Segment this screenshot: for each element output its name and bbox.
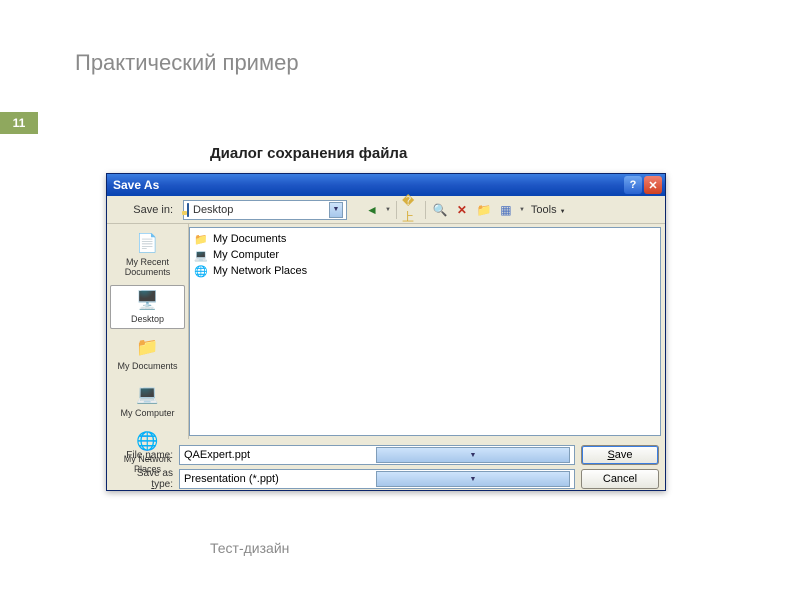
place-label: Desktop	[131, 315, 164, 325]
file-list[interactable]: 📁 My Documents 💻 My Computer 🌐 My Networ…	[189, 227, 661, 436]
views-button[interactable]: ▦	[497, 201, 515, 219]
desktop-icon	[187, 204, 189, 216]
recent-documents-icon: 📄	[134, 232, 162, 256]
place-label: My Computer	[120, 409, 174, 419]
separator	[396, 201, 397, 219]
slide-number-badge: 11	[0, 112, 38, 134]
savein-label: Save in:	[113, 204, 173, 216]
chevron-down-icon[interactable]: ▼	[376, 447, 570, 463]
dialog-toolbar: Save in: Desktop ▼ ◄ ▼ �上 🔍 ✕ 📁 ▦ ▼ Tool…	[107, 196, 665, 224]
search-icon[interactable]: 🔍	[431, 201, 449, 219]
chevron-down-icon[interactable]: ▼	[376, 471, 570, 487]
savetype-value: Presentation (*.ppt)	[184, 473, 376, 485]
dialog-bottom: File name: QAExpert.ppt ▼ Save Save as t…	[107, 439, 665, 493]
network-places-icon: 🌐	[193, 265, 209, 278]
save-button[interactable]: Save	[581, 445, 659, 465]
savein-dropdown[interactable]: Desktop ▼	[183, 200, 347, 220]
savetype-label: Save as type:	[113, 468, 173, 490]
filename-label: File name:	[113, 450, 173, 461]
tools-dropdown[interactable]: Tools ▼	[531, 204, 566, 216]
filename-value: QAExpert.ppt	[184, 449, 376, 461]
cancel-button[interactable]: Cancel	[581, 469, 659, 489]
back-button[interactable]: ◄	[363, 201, 381, 219]
save-as-dialog: Save As ? ✕ Save in: Desktop ▼ ◄ ▼ �上 🔍 …	[106, 173, 666, 491]
savetype-dropdown[interactable]: Presentation (*.ppt) ▼	[179, 469, 575, 489]
my-documents-icon: 📁	[134, 336, 162, 360]
up-folder-button[interactable]: �上	[402, 201, 420, 219]
list-item[interactable]: 💻 My Computer	[193, 247, 657, 263]
place-label: My Recent Documents	[112, 258, 183, 278]
file-label: My Documents	[213, 233, 286, 245]
slide-footer: Тест-дизайн	[210, 540, 289, 556]
slide-subtitle: Диалог сохранения файла	[210, 145, 407, 162]
savein-value: Desktop	[193, 204, 233, 216]
new-folder-button[interactable]: 📁	[475, 201, 493, 219]
my-computer-icon: 💻	[193, 249, 209, 262]
place-label: My Documents	[117, 362, 177, 372]
dialog-title: Save As	[113, 178, 622, 192]
separator	[425, 201, 426, 219]
places-bar: 📄 My Recent Documents 🖥️ Desktop 📁 My Do…	[107, 224, 189, 439]
list-item[interactable]: 🌐 My Network Places	[193, 263, 657, 279]
file-label: My Computer	[213, 249, 279, 261]
folder-icon: 📁	[193, 233, 209, 246]
place-my-computer[interactable]: 💻 My Computer	[110, 379, 185, 423]
place-my-documents[interactable]: 📁 My Documents	[110, 332, 185, 376]
close-button[interactable]: ✕	[644, 176, 662, 194]
my-computer-icon: 💻	[134, 383, 162, 407]
dialog-titlebar[interactable]: Save As ? ✕	[107, 174, 665, 196]
list-item[interactable]: 📁 My Documents	[193, 231, 657, 247]
close-icon: ✕	[648, 179, 657, 192]
slide-title: Практический пример	[75, 50, 299, 76]
place-recent-documents[interactable]: 📄 My Recent Documents	[110, 228, 185, 282]
help-button[interactable]: ?	[624, 176, 642, 194]
delete-button[interactable]: ✕	[453, 201, 471, 219]
desktop-icon: 🖥️	[134, 289, 162, 313]
filename-input[interactable]: QAExpert.ppt ▼	[179, 445, 575, 465]
chevron-down-icon[interactable]: ▼	[329, 202, 343, 218]
file-label: My Network Places	[213, 265, 307, 277]
place-desktop[interactable]: 🖥️ Desktop	[110, 285, 185, 329]
